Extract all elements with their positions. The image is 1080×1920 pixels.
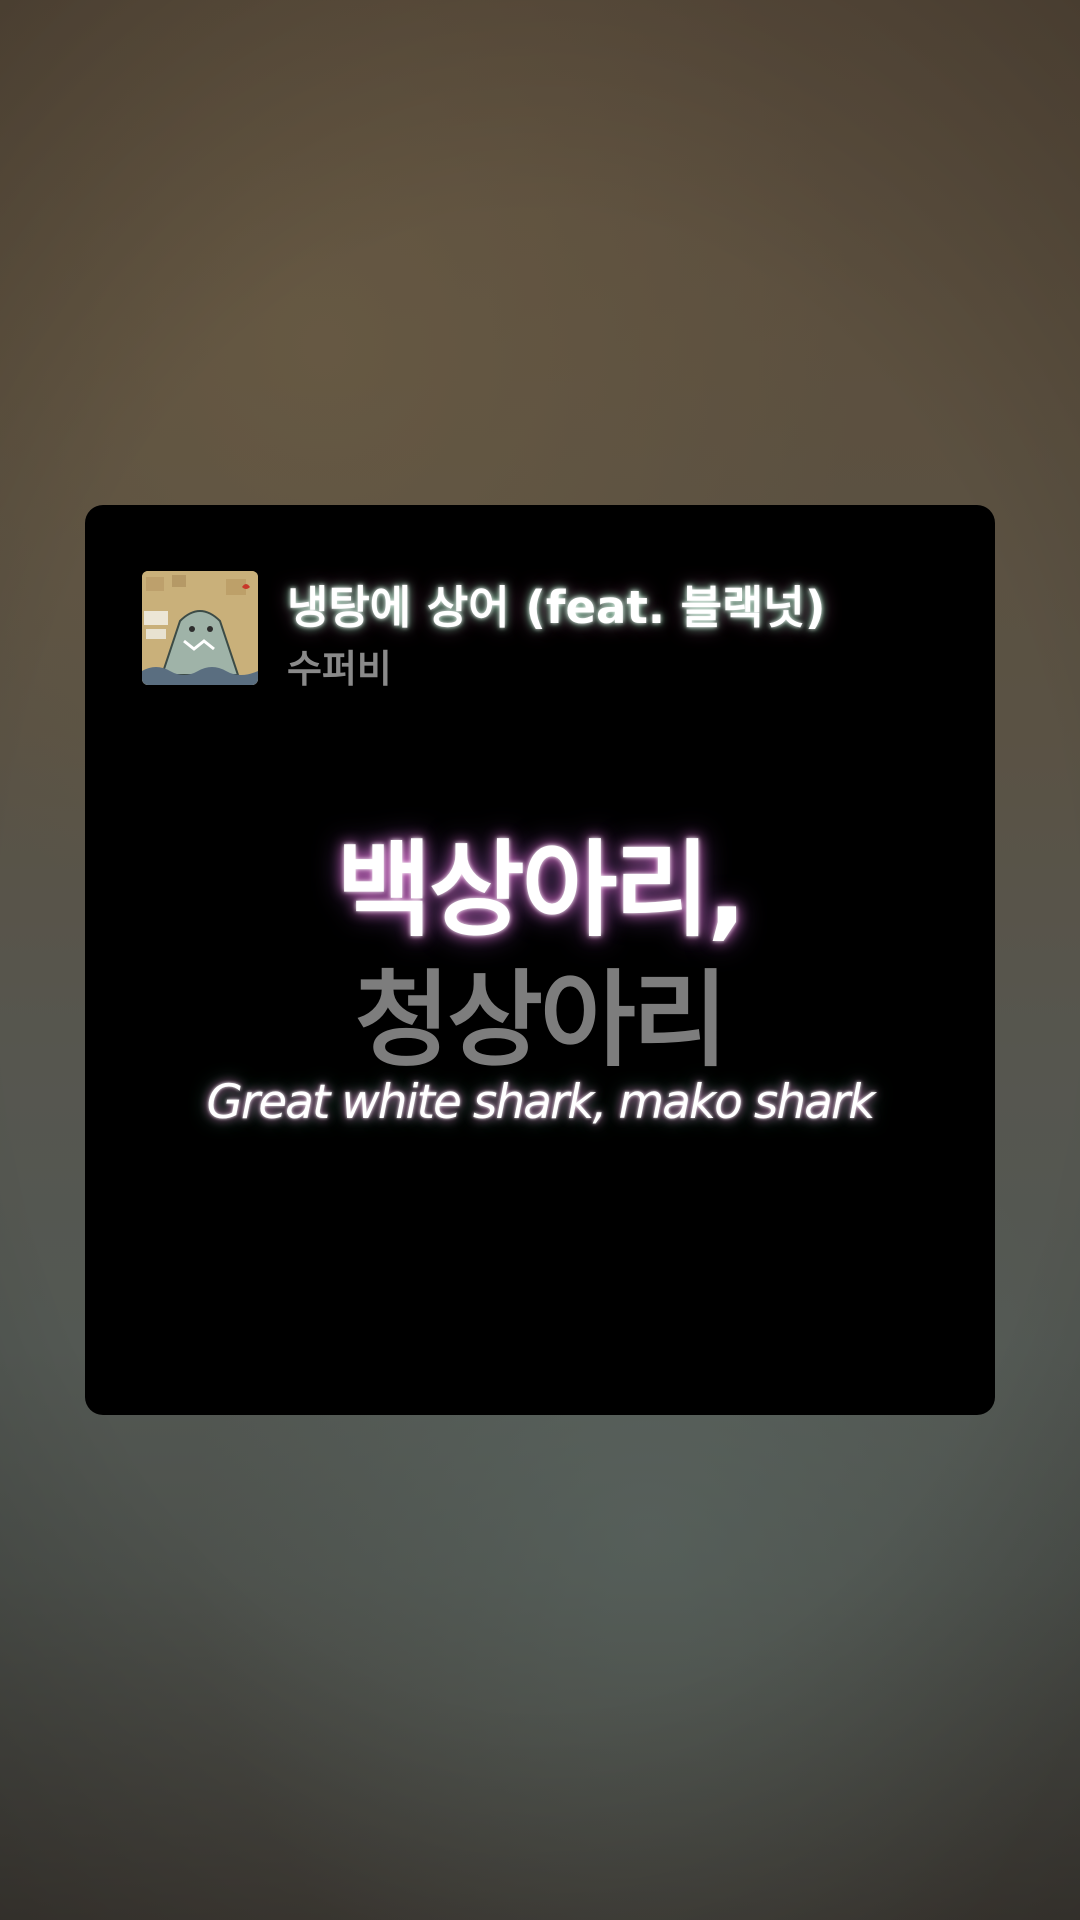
album-cover[interactable]: [142, 571, 258, 685]
song-title: 냉탕에 상어 (feat. 블랙넛): [287, 581, 826, 634]
lyric-current-line: 백상아리,: [336, 829, 746, 951]
lyric-translation: Great white shark, mako shark: [206, 1075, 875, 1130]
lyrics-card: 냉탕에 상어 (feat. 블랙넛) 수퍼비 백상아리, 청상아리 Great …: [85, 505, 995, 1415]
artist-name: 수퍼비: [287, 647, 392, 691]
lyric-next-line: 청상아리: [354, 959, 729, 1081]
shark-artwork-icon: [142, 571, 258, 685]
